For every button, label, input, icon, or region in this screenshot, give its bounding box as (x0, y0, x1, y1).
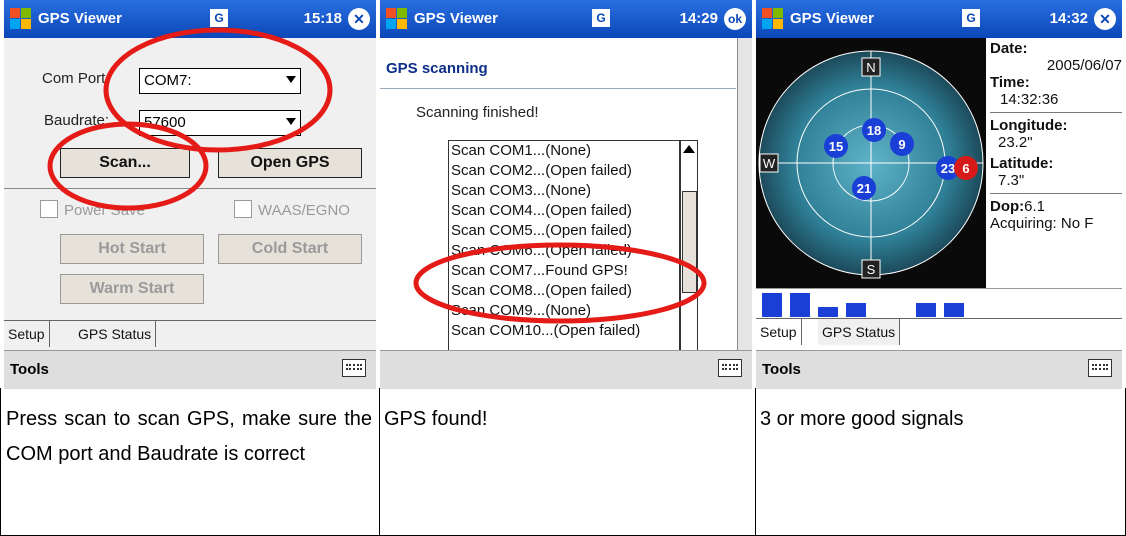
highlight-ring (47, 121, 209, 211)
grid-divider (755, 388, 756, 536)
highlight-ring (103, 27, 333, 153)
caption-signals: 3 or more good signals (760, 408, 964, 430)
caption-scan: Press scan to scan GPS, make sure the CO… (6, 408, 372, 465)
highlight-ring (413, 242, 707, 324)
caption-found: GPS found! (384, 408, 488, 430)
grid-divider (0, 388, 1, 536)
grid-divider (379, 388, 380, 536)
